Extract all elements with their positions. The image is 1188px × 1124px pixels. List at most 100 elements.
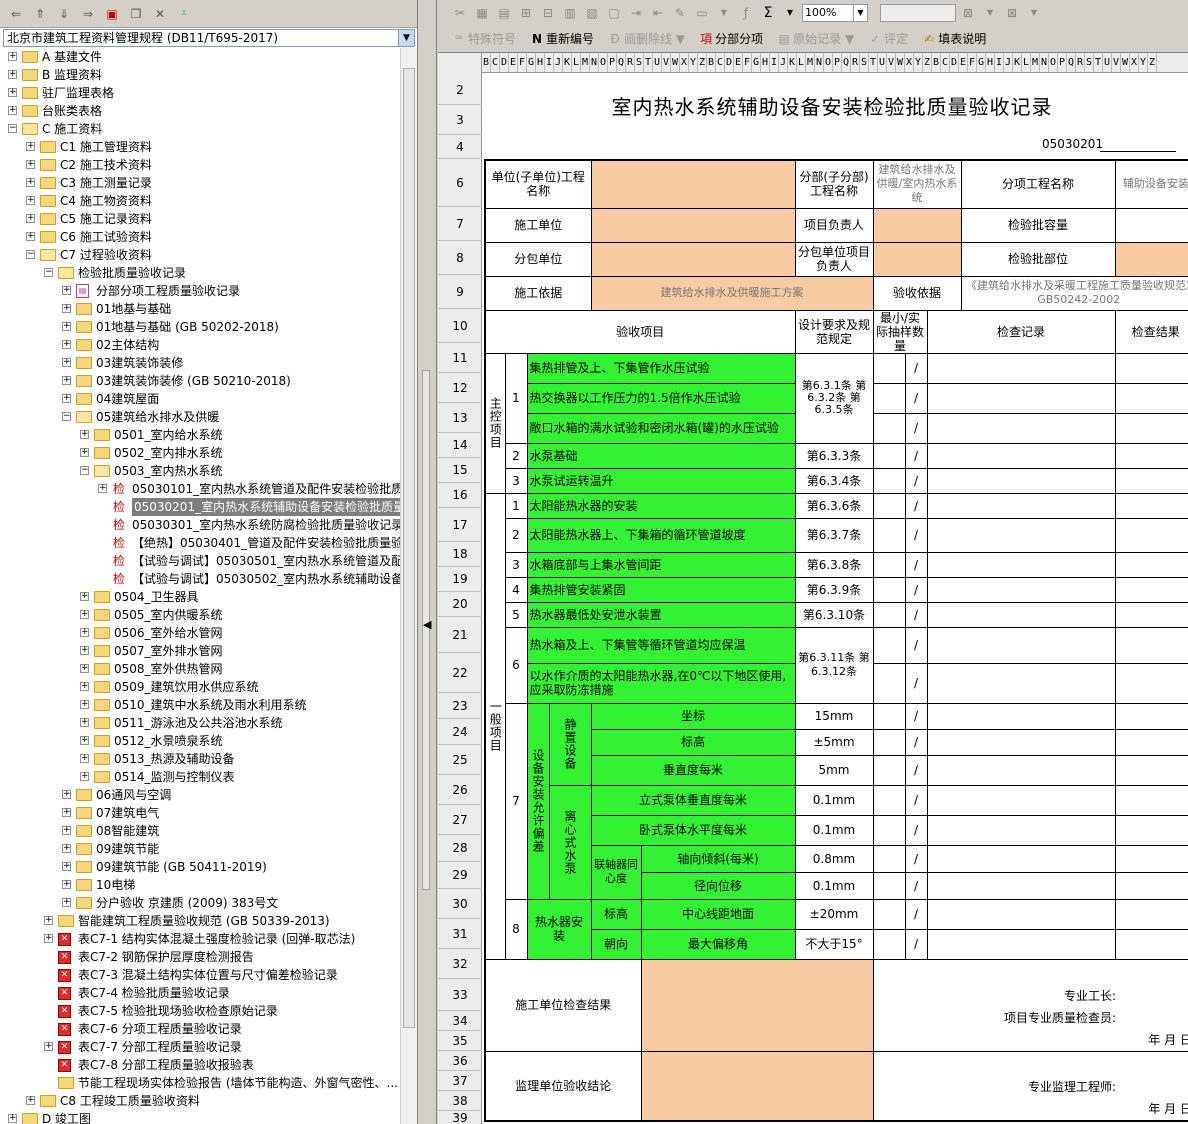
tree-item[interactable]: +0510_建筑中水系统及雨水利用系统	[0, 696, 400, 714]
row-number[interactable]: 11	[438, 343, 482, 373]
column-letter[interactable]: O	[1049, 53, 1058, 72]
column-letter[interactable]: V	[887, 53, 896, 72]
tree-item[interactable]: + C1 施工管理资料	[0, 138, 400, 156]
result-cell[interactable]	[1114, 754, 1188, 786]
row-number[interactable]: 32	[438, 949, 482, 979]
expand-icon[interactable]: +	[8, 70, 17, 79]
row-number[interactable]: 31	[438, 919, 482, 949]
fill-icon[interactable]: ▧	[582, 3, 602, 23]
min-sample-cell[interactable]	[872, 467, 906, 494]
row-number[interactable]: 39	[438, 1111, 482, 1124]
column-letter[interactable]: X	[1130, 53, 1139, 72]
collapse-icon[interactable]: −	[44, 268, 53, 277]
column-letter[interactable]: Q	[1067, 53, 1076, 72]
tree-item[interactable]: − 检验批质量验收记录	[0, 264, 400, 282]
fill-guide-button[interactable]: ✍ 填表说明	[922, 30, 986, 47]
row-number[interactable]: 6	[438, 159, 482, 207]
expand-icon[interactable]: +	[80, 664, 89, 673]
expand-icon[interactable]: +	[62, 880, 71, 889]
column-letter[interactable]: M	[806, 53, 815, 72]
row-number[interactable]: 2	[438, 75, 482, 105]
column-letter[interactable]: F	[743, 53, 752, 72]
column-letter[interactable]: W	[671, 53, 680, 72]
tree-item[interactable]: +07建筑电气	[0, 804, 400, 822]
new-doc-icon[interactable]: ▣	[102, 4, 122, 24]
chevron-down-icon[interactable]: ▼	[853, 4, 867, 21]
tree-item[interactable]: 检 05030301_室内热水系统防腐检验批质量验收记录	[0, 516, 400, 534]
supervision-sign-area[interactable]: 专业监理工程师: 年 月 日	[872, 1050, 1188, 1122]
renumber-button[interactable]: N 重新编号	[530, 30, 594, 47]
expand-icon[interactable]: +	[80, 448, 89, 457]
batch-capacity-input[interactable]	[1114, 207, 1188, 243]
tree-item[interactable]: +0508_室外供热管网	[0, 660, 400, 678]
row-number[interactable]: 20	[438, 592, 482, 617]
expand-icon[interactable]: +	[80, 610, 89, 619]
tree-item[interactable]: + B 监理资料	[0, 66, 400, 84]
expand-icon[interactable]: +	[62, 808, 71, 817]
row-number[interactable]: 15	[438, 458, 482, 483]
min-sample-cell[interactable]	[872, 814, 906, 846]
column-letter[interactable]: E	[509, 53, 518, 72]
picture-icon[interactable]: ▭	[692, 3, 712, 23]
tree-item[interactable]: ✕ 表C7-2 钢筋保护层厚度检测报告	[0, 948, 400, 966]
tree-item[interactable]: − 05建筑给水排水及供暖	[0, 408, 400, 426]
spreadsheet[interactable]: BCDEFGHIJKLMNOPQRSTUVWXYZBCDEFGHIJKLMNOP…	[438, 52, 1188, 1124]
formula-icon[interactable]: ƒ	[736, 3, 756, 23]
column-letter[interactable]: S	[635, 53, 644, 72]
tree-item[interactable]: ✕ 表C7-4 检验批质量验收记录	[0, 984, 400, 1002]
forward-icon[interactable]: ⇒	[78, 4, 98, 24]
expand-icon[interactable]: +	[80, 430, 89, 439]
evaluate-button[interactable]: ✓ 评定	[868, 30, 908, 47]
expand-icon[interactable]: +	[80, 700, 89, 709]
expand-icon[interactable]: +	[62, 826, 71, 835]
record-cell[interactable]	[926, 601, 1116, 628]
delete-line-button[interactable]: Ð 画删除线 ▼	[608, 30, 685, 47]
sub-contractor-input[interactable]	[590, 241, 796, 277]
tree-item[interactable]: + ▤ 分部分项工程质量验收记录	[0, 282, 400, 300]
column-letter[interactable]: W	[896, 53, 905, 72]
record-cell[interactable]	[926, 442, 1116, 469]
tree-item[interactable]: +0514_监测与控制仪表	[0, 768, 400, 786]
tree-item[interactable]: +0506_室外给水管网	[0, 624, 400, 642]
item-name-value[interactable]: 辅助设备安装	[1114, 159, 1188, 209]
batch-location-input[interactable]	[1114, 241, 1188, 277]
up-icon[interactable]: ⇑	[30, 4, 50, 24]
column-letter[interactable]: U	[878, 53, 887, 72]
collapse-icon[interactable]: −	[62, 412, 71, 421]
expand-icon[interactable]: +	[8, 106, 17, 115]
result-cell[interactable]	[1114, 382, 1188, 414]
column-letter[interactable]: O	[824, 53, 833, 72]
column-letter[interactable]: J	[1004, 53, 1013, 72]
tree-item[interactable]: + ✕ 表C7-7 分部工程质量验收记录	[0, 1038, 400, 1056]
tree-item[interactable]: + 驻厂监理表格	[0, 84, 400, 102]
column-letter[interactable]: G	[752, 53, 761, 72]
collapse-left-icon[interactable]: ◀	[423, 618, 431, 631]
expand-icon[interactable]: +	[44, 916, 53, 925]
column-letter[interactable]: Z	[1148, 53, 1157, 72]
column-letter[interactable]: J	[779, 53, 788, 72]
result-cell[interactable]	[1114, 352, 1188, 384]
tree-item[interactable]: + ✕ 表C7-1 结构实体混凝土强度检验记录 (回弹-取芯法)	[0, 930, 400, 948]
result-cell[interactable]	[1114, 928, 1188, 960]
construction-unit-input[interactable]	[590, 207, 796, 243]
basis-value[interactable]: 建筑给水排水及供暖施工方案	[590, 275, 874, 311]
record-cell[interactable]	[926, 784, 1116, 816]
column-letter[interactable]: D	[725, 53, 734, 72]
column-letter[interactable]: B	[932, 53, 941, 72]
expand-icon[interactable]: +	[26, 232, 35, 241]
tree-item[interactable]: 检【绝热】05030401_管道及配件安装检验批质量验	[0, 534, 400, 552]
column-letter[interactable]: L	[1022, 53, 1031, 72]
tree-item[interactable]: − 0503_室内热水系统	[0, 462, 400, 480]
column-letter[interactable]: Q	[842, 53, 851, 72]
tree-item[interactable]: ✕ 表C7-5 检验批现场验收检查原始记录	[0, 1002, 400, 1020]
tree-item[interactable]: +01地基与基础 (GB 50202-2018)	[0, 318, 400, 336]
row-number[interactable]: 22	[438, 653, 482, 693]
column-letter[interactable]: R	[851, 53, 860, 72]
column-letter[interactable]: Z	[698, 53, 707, 72]
column-letter[interactable]: S	[1085, 53, 1094, 72]
min-sample-cell[interactable]	[872, 702, 906, 730]
expand-icon[interactable]: +	[8, 88, 17, 97]
expand-icon[interactable]: +	[62, 898, 71, 907]
expand-icon[interactable]: +	[62, 376, 71, 385]
row-number[interactable]: 37	[438, 1071, 482, 1091]
